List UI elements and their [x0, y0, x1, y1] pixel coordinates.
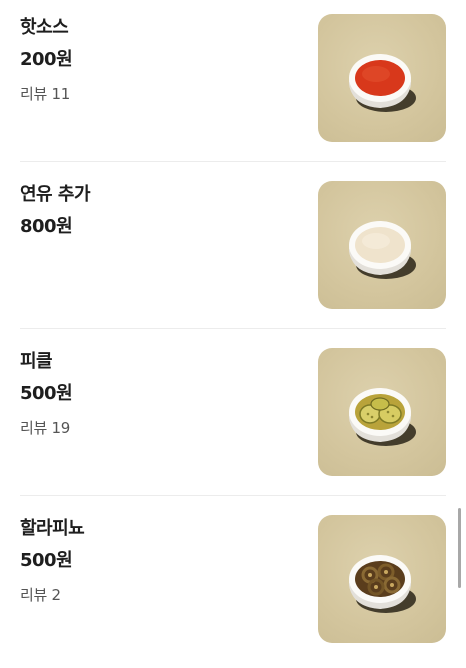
menu-item-name: 할라피뇨 — [20, 518, 85, 539]
menu-item-review-count: 리뷰 19 — [20, 419, 70, 437]
menu-item-name: 핫소스 — [20, 17, 69, 38]
menu-item-name: 피클 — [20, 351, 53, 372]
menu-item-price: 500원 — [20, 550, 73, 571]
menu-item-jalapeno[interactable]: 할라피뇨 500원 리뷰 2 — [0, 501, 466, 668]
divider — [20, 328, 446, 329]
menu-item-review-count: 리뷰 2 — [20, 586, 61, 604]
divider — [20, 495, 446, 496]
scrollbar[interactable] — [458, 508, 461, 588]
condensed-milk-image — [318, 181, 446, 309]
jalapeno-image — [318, 515, 446, 643]
menu-item-name: 연유 추가 — [20, 184, 91, 205]
menu-item-condensed-milk[interactable]: 연유 추가 800원 — [0, 167, 466, 334]
menu-item-price: 200원 — [20, 49, 73, 70]
menu-item-review-count: 리뷰 11 — [20, 85, 70, 103]
menu-item-price: 500원 — [20, 383, 73, 404]
hot-sauce-image — [318, 14, 446, 142]
divider — [20, 161, 446, 162]
menu-item-price: 800원 — [20, 216, 73, 237]
menu-item-pickle[interactable]: 피클 500원 리뷰 19 — [0, 334, 466, 501]
pickle-image — [318, 348, 446, 476]
menu-item-hot-sauce[interactable]: 핫소스 200원 리뷰 11 — [0, 0, 466, 167]
